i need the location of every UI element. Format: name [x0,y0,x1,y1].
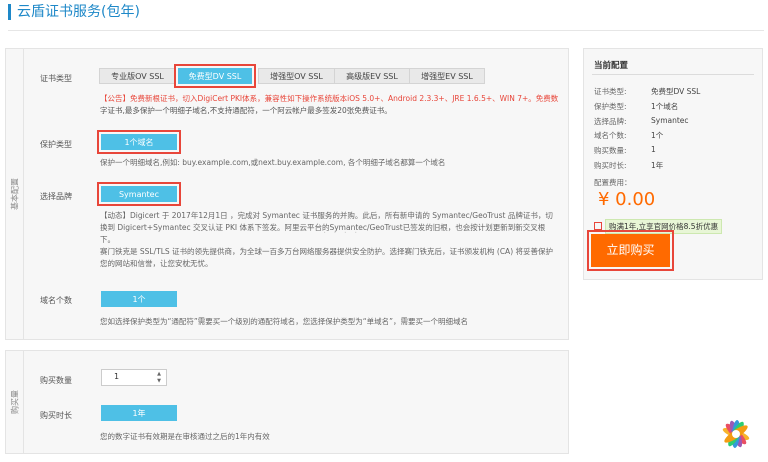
summary-key: 域名个数: [594,131,627,140]
summary-title: 当前配置 [594,61,629,71]
summary-key: 保护类型: [594,102,627,111]
stepper-arrows-icon[interactable]: ▲ ▼ [155,371,163,385]
purchase-side-label: 购买量 [6,351,24,453]
cert-type-option-advanced-ev[interactable]: 高级版EV SSL [334,68,410,84]
summary-key: 购买时长: [594,161,627,170]
discount-tag-icon [594,222,602,230]
announcement-notice: 【公告】免费新根证书，切入DigiCert PKI体系，兼容性如下操作系统版本i… [100,94,559,115]
brand-note: 【动态】Digicert 于 2017年12月1日 ，完成对 Symantec … [100,211,553,268]
purchase-panel: 购买量 [5,350,569,454]
summary-divider [592,74,754,75]
cert-type-highlight [174,64,256,88]
protect-type-label: 保护类型 [40,140,72,149]
basic-config-panel: 基本配置 [5,48,569,340]
domain-count-note: 您如选择保护类型为“通配符”需要买一个级别的通配符域名，您选择保护类型为“单域名… [100,317,469,326]
watermark: · · · · [323,228,360,239]
site-logo-icon [722,420,750,448]
protect-type-highlight [97,130,181,154]
duration-note: 您的数字证书有效期是在审核通过之后的1年内有效 [100,432,270,441]
buy-now-button[interactable]: 立即购买 [591,234,670,267]
cert-type-option-pro-ov[interactable]: 专业版OV SSL [99,68,176,84]
quantity-value: 1 [114,372,120,381]
summary-value: Symantec [651,116,689,125]
brand-label: 选择品牌 [40,192,72,201]
summary-value: 1个 [651,131,664,140]
summary-value: 1 [651,145,656,154]
protect-type-note: 保护一个明细域名,例如: buy.example.com,或next.buy.e… [100,158,446,167]
cert-type-option-enhanced-ov[interactable]: 增强型OV SSL [258,68,335,84]
title-divider [8,30,764,31]
brand-highlight [97,182,181,206]
cert-type-option-enhanced-ev[interactable]: 增强型EV SSL [409,68,485,84]
domain-count-option[interactable]: 1个 [101,291,177,307]
price-label: 配置费用： [594,178,632,187]
cert-type-label: 证书类型 [40,74,72,83]
quantity-stepper[interactable]: 1 ▲ ▼ [101,369,167,386]
summary-value: 1个域名 [651,102,679,111]
duration-label: 购买时长 [40,411,72,420]
page-title: 云盾证书服务(包年) [8,4,140,20]
summary-value: 免费型DV SSL [651,87,701,96]
price-value: ¥ 0.00 [598,189,656,210]
summary-key: 证书类型: [594,87,627,96]
summary-value: 1年 [651,161,664,170]
basic-config-side-label: 基本配置 [6,49,24,339]
summary-key: 购买数量: [594,146,627,155]
domain-count-label: 域名个数 [40,296,72,305]
duration-option-1-year[interactable]: 1年 [101,405,177,421]
summary-key: 选择品牌: [594,117,627,126]
quantity-label: 购买数量 [40,376,72,385]
